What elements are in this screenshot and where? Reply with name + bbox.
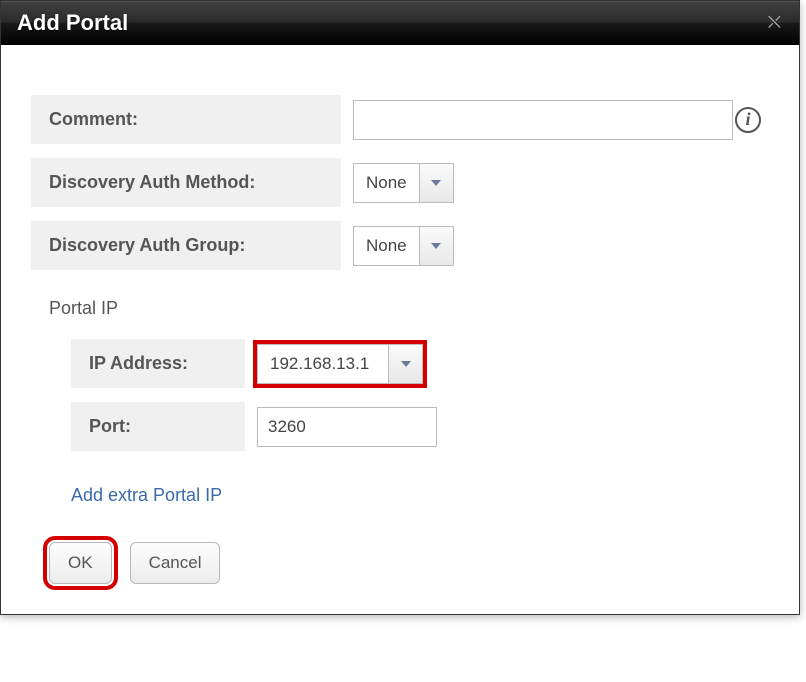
portal-ip-section-label: Portal IP (49, 298, 769, 319)
discovery-auth-method-row: Discovery Auth Method: None (31, 158, 769, 207)
discovery-auth-group-value: None (354, 227, 419, 265)
close-icon[interactable]: ⛌ (764, 8, 783, 37)
info-icon[interactable]: i (735, 107, 761, 133)
ip-address-row: IP Address: 192.168.13.1 (71, 339, 769, 388)
comment-input[interactable] (353, 100, 733, 140)
cancel-button[interactable]: Cancel (130, 542, 221, 584)
add-portal-dialog: Add Portal ⛌ Comment: i Discovery Auth M… (0, 0, 800, 615)
port-row: Port: (71, 402, 769, 451)
ip-address-select[interactable]: 192.168.13.1 (257, 344, 423, 384)
discovery-auth-group-select[interactable]: None (353, 226, 454, 266)
button-row: OK Cancel (49, 542, 769, 584)
titlebar: Add Portal ⛌ (1, 1, 799, 45)
discovery-auth-group-label: Discovery Auth Group: (31, 221, 341, 270)
discovery-auth-method-value: None (354, 164, 419, 202)
chevron-down-icon[interactable] (388, 345, 422, 383)
chevron-down-icon[interactable] (419, 227, 453, 265)
ip-address-label: IP Address: (71, 339, 245, 388)
ok-button[interactable]: OK (49, 542, 112, 584)
chevron-down-icon[interactable] (419, 164, 453, 202)
discovery-auth-method-select[interactable]: None (353, 163, 454, 203)
discovery-auth-method-control: None (341, 163, 769, 203)
discovery-auth-group-row: Discovery Auth Group: None (31, 221, 769, 270)
port-label: Port: (71, 402, 245, 451)
ip-address-control: 192.168.13.1 (245, 344, 423, 384)
ip-address-value: 192.168.13.1 (258, 345, 388, 383)
add-extra-portal-ip-link[interactable]: Add extra Portal IP (71, 485, 222, 506)
port-input[interactable] (257, 407, 437, 447)
dialog-body: Comment: i Discovery Auth Method: None D… (1, 45, 799, 614)
dialog-title: Add Portal (17, 10, 128, 36)
comment-control: i (341, 100, 769, 140)
discovery-auth-method-label: Discovery Auth Method: (31, 158, 341, 207)
port-control (245, 407, 437, 447)
discovery-auth-group-control: None (341, 226, 769, 266)
comment-label: Comment: (31, 95, 341, 144)
comment-row: Comment: i (31, 95, 769, 144)
